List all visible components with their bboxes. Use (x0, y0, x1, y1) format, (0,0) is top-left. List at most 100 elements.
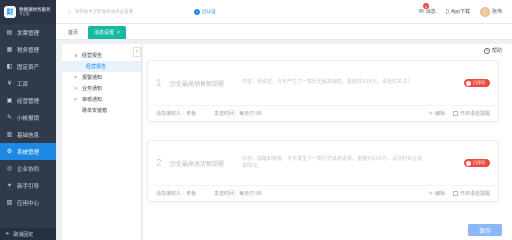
certified-label: 已认证 (202, 8, 216, 14)
tree-node-label: 经营报告 (86, 64, 107, 70)
sidebar-item[interactable]: ⚙ 系统管理 (0, 143, 56, 160)
tree-node[interactable]: 礁单安装箱 (62, 105, 141, 116)
page-tabs: 首页 消息设置 × (56, 24, 512, 40)
edit-label: 编辑 (434, 111, 445, 117)
search-box[interactable]: ⌕ 财务助手全新服务请点击查看 (68, 6, 188, 18)
brand-subtitle: 专业版 (19, 11, 30, 16)
reminder-card: 1 历史最高销售额提醒 内容：恭喜您，今天产生了一笔历史最高销售，金额共XXX元… (147, 60, 499, 122)
salary-icon: ¥ (7, 80, 12, 87)
edit-icon: ✎ (428, 110, 433, 117)
voice-reminder-label: 开启语音提醒 (459, 111, 490, 117)
edit-icon: ✎ (428, 190, 433, 197)
sidebar-item-label: 系统管理 (17, 149, 40, 156)
unpin-sidebar-button[interactable]: ⇤ 取消固定 (0, 228, 56, 240)
search-icon: ⌕ (68, 8, 71, 15)
user-menu[interactable]: 张伟 (479, 6, 502, 17)
card-number: 2 (156, 157, 162, 169)
edit-button[interactable]: ✎ 编辑 (428, 110, 445, 118)
help-link[interactable]: ? 帮助 (483, 47, 502, 54)
sidebar-item[interactable]: ▣ 经营管理 (0, 92, 56, 109)
card-title: 历史最高销售额提醒 (170, 81, 225, 88)
expense-icon: ✎ (6, 115, 13, 121)
card-content: 内容：恭喜您，今天产生了一笔历史最高销售，金额共XXX元，请及时关注！ (242, 79, 413, 86)
sidebar-item[interactable]: ✎ 小帐报销 (0, 109, 56, 126)
asset-icon: ◧ (6, 64, 13, 70)
edit-button[interactable]: ✎ 编辑 (428, 190, 445, 198)
reminder-card: 2 历史最高退货额提醒 内容：提醒知晓哦，今天发生了一笔历史最高退货，金额为XX… (147, 140, 499, 202)
sidebar-item[interactable]: ▨ 应用中心 (0, 194, 56, 211)
card-receiver: 消息接收人：老板 (156, 111, 197, 117)
tree-node[interactable]: ∨ 经营报告 (62, 50, 141, 61)
team-icon: ◎ (6, 166, 13, 172)
sidebar-item[interactable]: ¥ 工资 (0, 75, 56, 92)
tab[interactable]: 首页 (62, 26, 84, 39)
toggle-knob (466, 160, 471, 166)
tab[interactable]: 消息设置 × (88, 26, 126, 39)
app-download-label: App下载 (451, 9, 470, 15)
sidebar-item-label: 发票管理 (17, 30, 40, 37)
app-download-button[interactable]: ▯ App下载 (446, 8, 470, 15)
tree-node[interactable]: > 审核通知 (62, 94, 141, 105)
voice-reminder-label: 开启语音提醒 (459, 191, 490, 197)
enable-toggle[interactable]: 已停用 (464, 159, 490, 167)
top-bar: ⌕ 财务助手全新服务请点击查看 ✓ 已认证 ✉ 5 消息 ▯ App下载 张伟 (56, 0, 512, 24)
message-count-badge: 5 (422, 3, 429, 9)
collapse-tree-button[interactable]: ‹ (133, 47, 141, 57)
unpin-icon: ⇤ (6, 231, 11, 237)
sidebar-menu: ▤ 发票管理 ▦ 税务管理 ◧ 固定资产 ¥ 工资 ▣ 经营管理 ✎ 小帐报销 ▥ 基础信息 ⚙ 系统管理 ◎ 企… (0, 24, 56, 211)
sidebar-item[interactable]: ▤ 发票管理 (0, 24, 56, 41)
checkbox-box (452, 191, 458, 196)
sidebar-item[interactable]: ▥ 基础信息 (0, 126, 56, 143)
guide-icon: ✦ (6, 183, 13, 189)
sidebar-item-label: 基础信息 (17, 132, 40, 139)
tab-label: 首页 (68, 30, 79, 36)
sidebar: 财 税捷通财务服务 专业版 ▤ 发票管理 ▦ 税务管理 ◧ 固定资产 ¥ 工资 ▣ 经营管理 ✎ 小帐… (0, 0, 56, 240)
sidebar-item[interactable]: ▦ 税务管理 (0, 41, 56, 58)
voice-reminder-checkbox[interactable]: 开启语音提醒 (452, 190, 490, 197)
avatar (479, 6, 490, 17)
sidebar-item-label: 小帐报销 (17, 115, 40, 122)
sidebar-item[interactable]: ✦ 新手引导 (0, 177, 56, 194)
certified-badge[interactable]: ✓ 已认证 (194, 8, 216, 15)
voice-reminder-checkbox[interactable]: 开启语音提醒 (452, 110, 490, 117)
sidebar-item-label: 应用中心 (17, 200, 40, 207)
enable-toggle[interactable]: 已停用 (464, 79, 490, 87)
brand: 财 税捷通财务服务 专业版 (0, 0, 56, 24)
card-receiver: 消息接收人：老板 (156, 191, 197, 197)
certified-icon: ✓ (194, 8, 200, 15)
user-name: 张伟 (491, 9, 502, 15)
tree-node[interactable]: > 报警通知 (62, 72, 141, 83)
messages-button[interactable]: ✉ 5 消息 (418, 3, 436, 15)
tree-node[interactable]: 经营报告 (62, 61, 141, 72)
apps-icon: ▨ (6, 200, 13, 206)
save-button[interactable]: 保存 (468, 224, 502, 236)
message-icon: ✉ (418, 9, 424, 15)
chevron-right-icon: > (74, 85, 77, 92)
info-icon: ▥ (6, 132, 13, 138)
sidebar-item-label: 工资 (17, 81, 29, 88)
close-icon[interactable]: × (117, 30, 120, 36)
sidebar-item-label: 税务管理 (17, 47, 40, 54)
logo: 财 (4, 6, 16, 18)
tree-node-label: 报警通知 (82, 75, 103, 81)
tree-node[interactable]: > 业务通知 (62, 83, 141, 94)
card-number: 1 (156, 77, 162, 89)
edit-label: 编辑 (434, 191, 445, 197)
tree-node-label: 经营报告 (82, 53, 103, 59)
chevron-down-icon: ∨ (74, 52, 78, 59)
gear-icon: ⚙ (6, 149, 13, 155)
tree-node-label: 业务通知 (82, 86, 103, 92)
messages-label: 消息 (425, 9, 436, 15)
tree-node-label: 礁单安装箱 (82, 108, 108, 114)
checkbox-box (452, 111, 458, 116)
sidebar-item-label: 固定资产 (17, 64, 40, 71)
card-send-time: 发送时间：每天07:00 (214, 191, 262, 197)
main-content: ? 帮助 1 历史最高销售额提醒 内容：恭喜您，今天产生了一笔历史最高销售，金额… (143, 44, 512, 240)
sidebar-item[interactable]: ◎ 企业协同 (0, 160, 56, 177)
phone-icon: ▯ (445, 9, 450, 15)
chevron-right-icon: > (74, 74, 77, 81)
chevron-right-icon: > (74, 96, 77, 103)
search-placeholder: 财务助手全新服务请点击查看 (74, 8, 134, 14)
toggle-label: 已停用 (473, 80, 485, 85)
sidebar-item[interactable]: ◧ 固定资产 (0, 58, 56, 75)
